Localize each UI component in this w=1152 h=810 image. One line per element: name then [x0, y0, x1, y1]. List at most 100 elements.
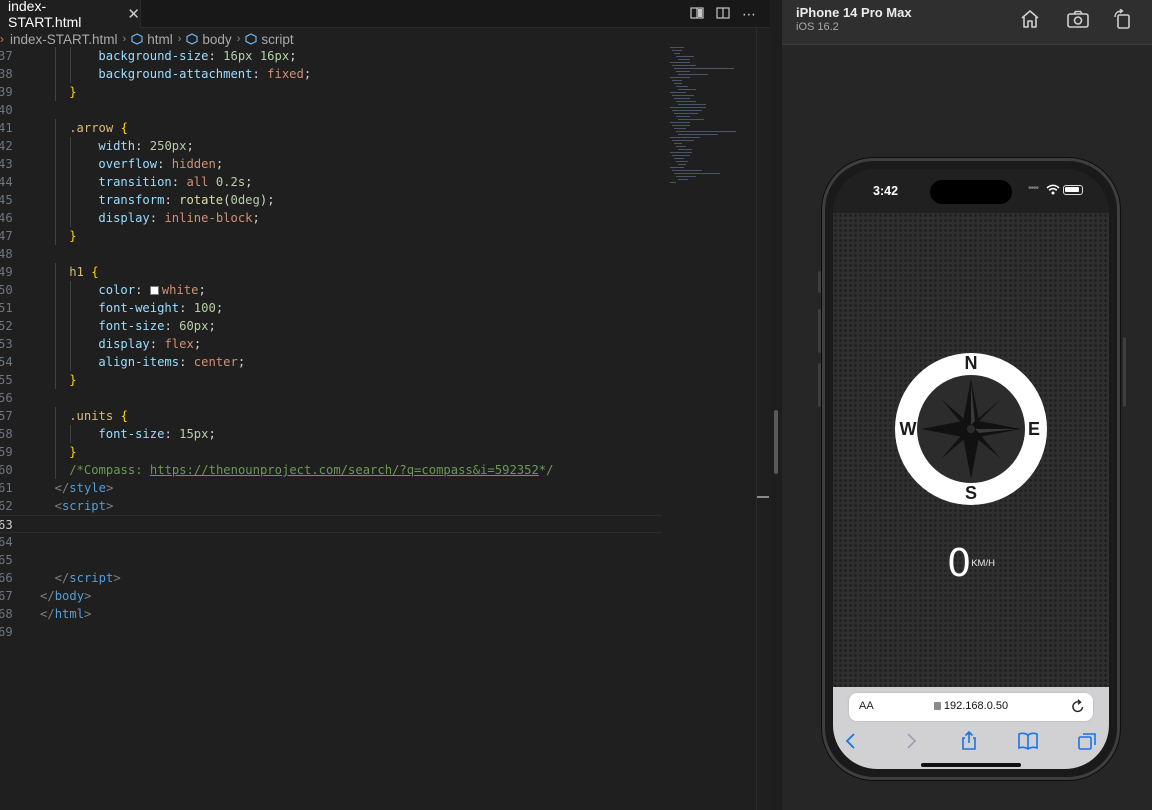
line-number: 46: [0, 211, 13, 225]
tabs-icon[interactable]: [1075, 729, 1099, 753]
code-token: >: [105, 481, 114, 495]
volume-down-button[interactable]: [818, 363, 821, 407]
indent-guide: [55, 335, 56, 353]
code-line[interactable]: 50 color: white;: [0, 281, 662, 299]
code-line[interactable]: 66 </script>: [0, 569, 662, 587]
code-line[interactable]: 62 <script>: [0, 497, 662, 515]
line-number: 44: [0, 175, 13, 189]
volume-up-button[interactable]: [818, 309, 821, 353]
forward-icon[interactable]: [899, 729, 923, 753]
indent-guide: [55, 209, 56, 227]
code-line[interactable]: 46 display: inline-block;: [0, 209, 662, 227]
simulator-window: iPhone 14 Pro Max iOS 16.2 3:42 •••• N E…: [782, 0, 1152, 810]
code-token: {: [120, 121, 128, 135]
editor-actions: ⋯: [690, 0, 756, 28]
address-bar[interactable]: AA 192.168.0.50: [849, 693, 1093, 721]
code-link[interactable]: https://thenounproject.com/search/?q=com…: [150, 463, 539, 477]
rotate-icon[interactable]: [1112, 8, 1136, 29]
code-line[interactable]: 69: [0, 623, 662, 641]
cursor-position-marker: [757, 496, 769, 498]
code-line[interactable]: 68 </html>: [0, 605, 662, 623]
code-token: ;: [303, 67, 312, 81]
code-area[interactable]: 37 background-size: 16px 16px; 38 backgroun…: [0, 47, 662, 641]
code-line[interactable]: 67 </body>: [0, 587, 662, 605]
code-line[interactable]: 59}: [0, 443, 662, 461]
more-actions-icon[interactable]: ⋯: [742, 6, 756, 23]
bookmarks-icon[interactable]: [1016, 729, 1040, 753]
code-line[interactable]: 61 </style>: [0, 479, 662, 497]
power-button[interactable]: [1123, 337, 1126, 407]
code-line[interactable]: 57 .units {: [0, 407, 662, 425]
code-line[interactable]: 48: [0, 245, 662, 263]
minimap-line: [678, 59, 690, 60]
code-line[interactable]: 63: [0, 515, 662, 533]
indent-guide: [69, 281, 71, 299]
color-swatch[interactable]: [149, 286, 159, 295]
url-text: 192.168.0.50: [943, 700, 1009, 712]
breadcrumb-html[interactable]: html: [147, 32, 173, 47]
tab-index-start-html[interactable]: index-START.html ✕: [0, 0, 141, 30]
code-line[interactable]: 44 transition: all 0.2s;: [0, 173, 662, 191]
breadcrumb-body[interactable]: body: [202, 32, 231, 47]
reload-icon[interactable]: [1071, 698, 1085, 714]
line-number: 65: [0, 553, 13, 567]
editor-scrollbar-thumb[interactable]: [774, 410, 778, 474]
editor-scrollbar-track[interactable]: [756, 28, 770, 810]
code-text: color: white;: [98, 281, 205, 299]
code-line[interactable]: 51 font-weight: 100;: [0, 299, 662, 317]
code-line[interactable]: 38 background-attachment: fixed;: [0, 65, 662, 83]
code-text: /*Compass: https://thenounproject.com/se…: [69, 461, 553, 479]
editor-tab-bar: index-START.html ✕ ⋯: [0, 0, 770, 30]
code-line[interactable]: 39}: [0, 83, 662, 101]
code-line[interactable]: 54 align-items: center;: [0, 353, 662, 371]
minimap-line: [670, 122, 690, 123]
minimap-line: [678, 119, 704, 120]
phone-screen[interactable]: 3:42 •••• N E S W 0 KM/H AA 192.168.0.50: [833, 169, 1109, 769]
code-line[interactable]: 64: [0, 533, 662, 551]
back-icon[interactable]: [839, 729, 863, 753]
breadcrumb-file[interactable]: index-START.html: [10, 32, 118, 47]
code-line[interactable]: 56: [0, 389, 662, 407]
share-icon[interactable]: [957, 729, 981, 753]
code-line[interactable]: 52 font-size: 60px;: [0, 317, 662, 335]
code-token: 60px: [179, 319, 209, 333]
code-line[interactable]: 40: [0, 101, 662, 119]
split-compare-icon[interactable]: [690, 6, 704, 23]
code-token: (: [223, 193, 231, 207]
code-line[interactable]: 42 width: 250px;: [0, 137, 662, 155]
code-line[interactable]: 58 font-size: 15px;: [0, 425, 662, 443]
split-editor-icon[interactable]: [716, 6, 730, 23]
code-line[interactable]: 53 display: flex;: [0, 335, 662, 353]
speed-unit: KM/H: [971, 557, 995, 569]
code-line[interactable]: 47}: [0, 227, 662, 245]
code-line[interactable]: 49 h1 {: [0, 263, 662, 281]
element-icon: [131, 33, 143, 45]
home-indicator[interactable]: [921, 763, 1021, 767]
mute-switch[interactable]: [818, 271, 821, 293]
minimap-line: [674, 143, 682, 144]
code-text: .units {: [69, 407, 128, 425]
code-line[interactable]: 43 overflow: hidden;: [0, 155, 662, 173]
code-line[interactable]: 45 transform: rotate(0deg);: [0, 191, 662, 209]
home-icon[interactable]: [1018, 9, 1042, 29]
minimap[interactable]: [668, 47, 758, 197]
minimap-line: [672, 110, 702, 111]
code-line[interactable]: 37 background-size: 16px 16px;: [0, 47, 662, 65]
code-token: 16px 16px: [223, 49, 290, 63]
compass-dial: N E S W: [895, 353, 1047, 505]
code-line[interactable]: 41 .arrow {: [0, 119, 662, 137]
code-line[interactable]: 55}: [0, 371, 662, 389]
close-tab-icon[interactable]: ✕: [127, 5, 140, 23]
code-token: script: [61, 499, 106, 513]
indent-guide: [55, 155, 56, 173]
line-number: 47: [0, 229, 13, 243]
screenshot-icon[interactable]: [1066, 9, 1090, 29]
code-line[interactable]: 65: [0, 551, 662, 569]
code-text: display: flex;: [98, 335, 201, 353]
line-number: 56: [0, 391, 13, 405]
code-text: background-attachment: fixed;: [98, 65, 311, 83]
code-line[interactable]: 60 /*Compass: https://thenounproject.com/…: [0, 461, 662, 479]
line-number: 53: [0, 337, 13, 351]
chevron-right-icon: ›: [122, 33, 127, 45]
breadcrumb-script[interactable]: script: [261, 32, 293, 47]
